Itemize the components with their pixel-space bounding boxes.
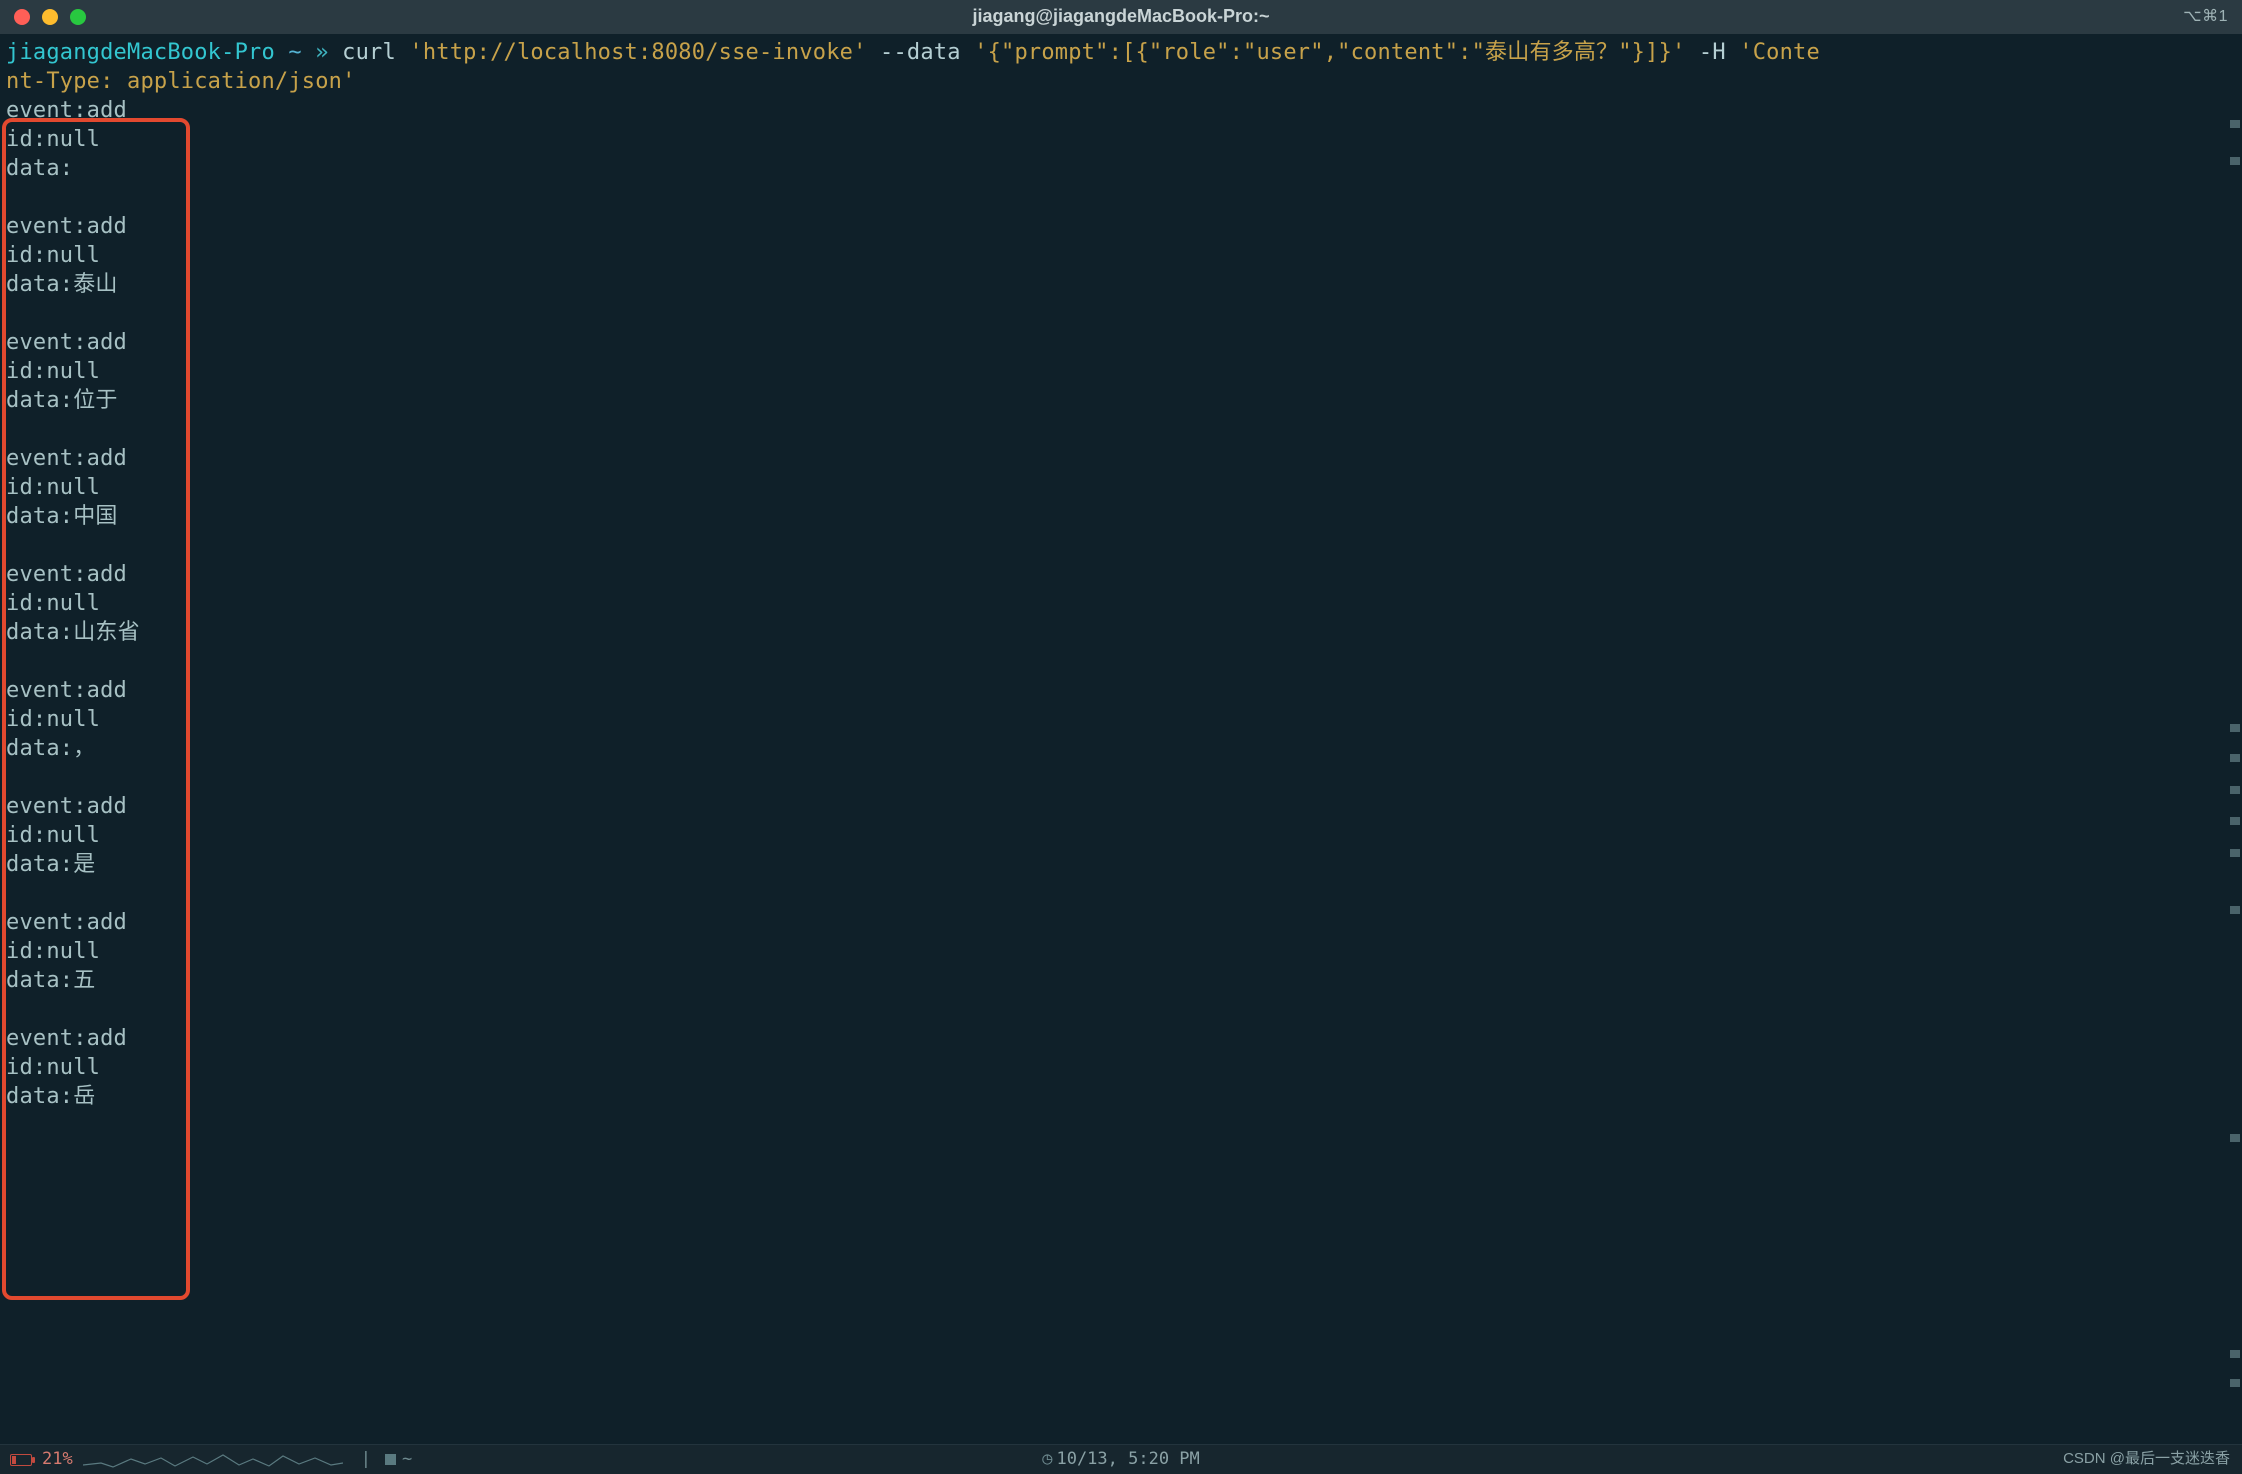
window-shortcut-hint: ⌥⌘1 bbox=[2183, 8, 2228, 26]
command-name: curl bbox=[342, 40, 396, 65]
command-header-value-2: nt-Type: application/json' bbox=[6, 69, 356, 94]
prompt-path: ~ bbox=[288, 40, 301, 65]
command-header-value-1: 'Conte bbox=[1739, 40, 1820, 65]
titlebar: jiagang@jiagangdeMacBook-Pro:~ ⌥⌘1 bbox=[0, 0, 2242, 34]
status-tab[interactable]: ~ bbox=[385, 1450, 412, 1469]
command-data-value: '{"prompt":[{"role":"user","content":"泰山… bbox=[974, 40, 1685, 65]
command-url: 'http://localhost:8080/sse-invoke' bbox=[409, 40, 866, 65]
zoom-icon[interactable] bbox=[70, 9, 86, 25]
watermark: CSDN @最后一支迷迭香 bbox=[2063, 1451, 2230, 1468]
tab-label: ~ bbox=[402, 1450, 412, 1469]
status-tabs: | ~ bbox=[361, 1450, 413, 1469]
sse-output: event:add id:null data: event:add id:nul… bbox=[6, 98, 140, 1109]
terminal-window: jiagang@jiagangdeMacBook-Pro:~ ⌥⌘1 jiaga… bbox=[0, 0, 2242, 1474]
command-data-flag: --data bbox=[880, 40, 961, 65]
scrollbar-marks bbox=[2230, 74, 2240, 1410]
tab-indicator-icon bbox=[385, 1454, 396, 1465]
divider: | bbox=[361, 1450, 371, 1469]
status-left: 21% bbox=[0, 1449, 343, 1471]
window-title: jiagang@jiagangdeMacBook-Pro:~ bbox=[0, 7, 2242, 27]
command-header-flag: -H bbox=[1699, 40, 1726, 65]
window-controls bbox=[14, 9, 86, 25]
battery-icon bbox=[10, 1454, 32, 1466]
minimize-icon[interactable] bbox=[42, 9, 58, 25]
close-icon[interactable] bbox=[14, 9, 30, 25]
prompt-host: jiagangdeMacBook-Pro bbox=[6, 40, 275, 65]
statusbar: 21% | ~ ◷10/13, 5:20 PM CSDN @最后一支迷迭香 bbox=[0, 1444, 2242, 1474]
datetime-text: 10/13, 5:20 PM bbox=[1056, 1449, 1199, 1469]
battery-percentage: 21% bbox=[42, 1450, 73, 1469]
terminal-output[interactable]: jiagangdeMacBook-Pro ~ » curl 'http://lo… bbox=[0, 34, 2242, 1444]
cpu-sparkline bbox=[83, 1449, 343, 1471]
prompt-arrow-icon: » bbox=[315, 40, 328, 65]
clock-icon: ◷ bbox=[1042, 1449, 1052, 1469]
